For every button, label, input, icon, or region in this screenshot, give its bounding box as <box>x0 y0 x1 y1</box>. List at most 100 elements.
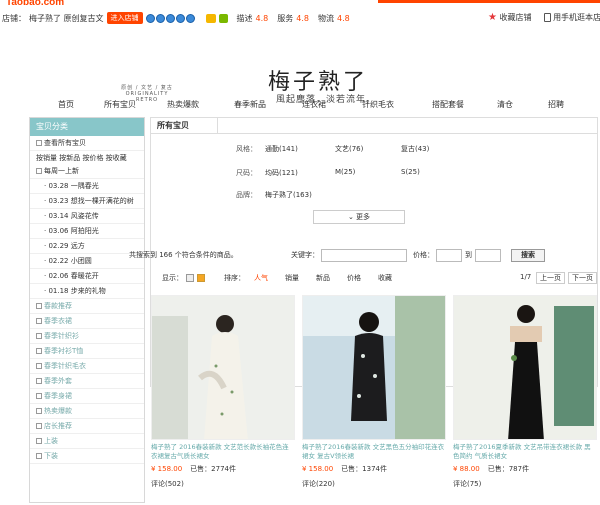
sidebar-category[interactable]: 下装 <box>30 449 144 464</box>
sort-popularity[interactable]: 人气 <box>254 273 268 283</box>
nav-bundles[interactable]: 搭配套餐 <box>432 99 464 110</box>
product-sold: 已售：787件 <box>487 465 530 473</box>
sort-sales[interactable]: 销量 <box>285 273 299 283</box>
sidebar-item-weekly[interactable]: · 02.06 春暖花开 <box>30 269 144 284</box>
sidebar-category[interactable]: 上装 <box>30 434 144 449</box>
sidebar-item-weekly[interactable]: · 01.18 步来的礼物 <box>30 284 144 299</box>
sort-favorites[interactable]: 收藏 <box>378 273 392 283</box>
view-all-label: 查看所有宝贝 <box>44 139 86 147</box>
sidebar-new-weekly[interactable]: 每周一上新 <box>30 164 144 179</box>
product-card[interactable]: 梅子熟了2016夏季新款 文艺吊带连衣裙长款 黑色简约 气质长裙女 ¥ 88.0… <box>453 295 597 489</box>
brand-tag-cn: 原创 / 文艺 / 复古 <box>121 85 173 91</box>
favorite-label: 收藏店铺 <box>499 13 532 22</box>
list-view-icon[interactable] <box>197 274 205 282</box>
filter-label: 风格： <box>236 145 257 153</box>
display-label: 显示： <box>162 274 183 282</box>
sidebar-category[interactable]: 店长推荐 <box>30 419 144 434</box>
product-image[interactable] <box>453 295 597 440</box>
sidebar-sort-options[interactable]: 按销量 按新品 按价格 按收藏 <box>30 151 144 164</box>
nav-clearance[interactable]: 清仓 <box>497 99 513 110</box>
price-label: 价格： <box>413 251 434 259</box>
sidebar-item-weekly[interactable]: · 02.22 小团圆 <box>30 254 144 269</box>
expand-icon <box>36 333 42 339</box>
sidebar-category[interactable]: 春季衣裙 <box>30 314 144 329</box>
product-title[interactable]: 梅子熟了 2016春装新款 文艺范长款长袖花色连衣裙复古气质长裙女 <box>151 443 295 462</box>
product-comments[interactable]: 评论(220) <box>302 479 446 489</box>
mobile-shop-link[interactable]: 用手机逛本店 <box>543 12 600 23</box>
filter-option[interactable]: 文艺(76) <box>335 144 383 154</box>
prev-page-button[interactable]: 上一页 <box>536 272 565 284</box>
shop-rank-icon <box>145 13 195 23</box>
product-sold: 已售：1374件 <box>341 465 387 473</box>
product-price-row: ¥ 158.00 已售：1374件 <box>302 464 446 474</box>
filter-size: 尺码： 均码(121) M(25) S(25) <box>221 168 438 178</box>
filter-option[interactable]: 梅子熟了(163) <box>265 190 312 200</box>
expand-icon <box>36 140 42 146</box>
product-image[interactable] <box>151 295 295 440</box>
phone-icon <box>543 13 551 22</box>
sidebar-item-weekly[interactable]: · 02.29 远方 <box>30 239 144 254</box>
taobao-logo[interactable]: Taobao.com <box>6 0 64 8</box>
product-photo-figure <box>454 296 596 439</box>
product-title[interactable]: 梅子熟了2016夏季新款 文艺吊带连衣裙长款 黑色简约 气质长裙女 <box>453 443 597 462</box>
filter-label: 品牌： <box>236 191 257 199</box>
sidebar-category[interactable]: 春季针织毛衣 <box>30 359 144 374</box>
nav-hot[interactable]: 热卖爆款 <box>167 99 199 110</box>
sidebar-view-all[interactable]: 查看所有宝贝 <box>30 136 144 151</box>
sort-price[interactable]: 价格 <box>347 273 361 283</box>
product-card[interactable]: 梅子熟了 2016春装新款 文艺范长款长袖花色连衣裙复古气质长裙女 ¥ 158.… <box>151 295 295 489</box>
nav-spring-new[interactable]: 春季新品 <box>234 99 266 110</box>
sidebar-category[interactable]: 春季外套 <box>30 374 144 389</box>
product-image[interactable] <box>302 295 446 440</box>
search-button[interactable]: 搜索 <box>511 248 545 262</box>
panel-heading: 所有宝贝 <box>151 118 597 134</box>
product-card[interactable]: 梅子熟了2016春装新款 文艺黑色五分袖印花连衣裙女 复古V领长裙 ¥ 158.… <box>302 295 446 489</box>
product-price: ¥ 158.00 <box>302 465 334 473</box>
next-page-button[interactable]: 下一页 <box>568 272 597 284</box>
product-comments[interactable]: 评论(502) <box>151 479 295 489</box>
service-label: 服务 <box>277 13 294 23</box>
nav-hiring[interactable]: 招聘 <box>548 99 564 110</box>
expand-icon <box>36 378 42 384</box>
collapse-icon <box>36 168 42 174</box>
sidebar-item-weekly[interactable]: · 03.28 一隅春光 <box>30 179 144 194</box>
filter-option[interactable]: 复古(43) <box>401 144 429 154</box>
guarantee-icon <box>218 13 228 23</box>
page-indicator: 1/7 <box>520 273 532 281</box>
sort-bar: 显示： 排序： 人气 销量 新品 价格 收藏 1/7 上一页 下一页 <box>150 272 598 287</box>
sidebar-category[interactable]: 热卖爆款 <box>30 404 144 419</box>
favorite-shop-link[interactable]: ★ 收藏店铺 <box>488 12 532 23</box>
expand-icon <box>36 303 42 309</box>
sidebar-category[interactable]: 春季衬衫T恤 <box>30 344 144 359</box>
keyword-input[interactable] <box>321 248 407 262</box>
price-min-input[interactable] <box>436 248 462 262</box>
sort-label: 排序： <box>224 274 245 282</box>
sidebar-item-weekly[interactable]: · 03.23 想找一棵开满花的树 <box>30 194 144 209</box>
nav-home[interactable]: 首页 <box>58 99 74 110</box>
sidebar-category[interactable]: 春季身裙 <box>30 389 144 404</box>
sort-new[interactable]: 新品 <box>316 273 330 283</box>
category-sidebar: 宝贝分类 查看所有宝贝 按销量 按新品 按价格 按收藏 每周一上新 · 03.2… <box>29 117 145 503</box>
sidebar-category[interactable]: 春款推荐 <box>30 299 144 314</box>
nav-knitwear[interactable]: 针织毛衣 <box>362 99 394 110</box>
product-title[interactable]: 梅子熟了2016春装新款 文艺黑色五分袖印花连衣裙女 复古V领长裙 <box>302 443 446 462</box>
product-price-row: ¥ 88.00 已售：787件 <box>453 464 597 474</box>
nav-all-items[interactable]: 所有宝贝 <box>104 99 136 110</box>
sidebar-item-weekly[interactable]: · 03.14 风姿花传 <box>30 209 144 224</box>
shop-name[interactable]: 梅子熟了 原创复古文 <box>29 13 104 24</box>
filter-option[interactable]: M(25) <box>335 168 383 178</box>
price-max-input[interactable] <box>475 248 501 262</box>
nav-dresses[interactable]: 连衣裙 <box>302 99 326 110</box>
grid-view-icon[interactable] <box>186 274 194 282</box>
desc-score: 4.8 <box>255 13 269 23</box>
product-comments[interactable]: 评论(75) <box>453 479 597 489</box>
sidebar-item-weekly[interactable]: · 03.06 阿拍阳光 <box>30 224 144 239</box>
expand-icon <box>36 318 42 324</box>
filter-option[interactable]: 均码(121) <box>265 168 317 178</box>
sidebar-category[interactable]: 春季针织衫 <box>30 329 144 344</box>
enter-shop-button[interactable]: 进入店铺 <box>106 12 143 24</box>
top-right-links: ★ 收藏店铺 用手机逛本店 <box>488 12 600 23</box>
filter-option[interactable]: S(25) <box>401 168 420 178</box>
more-filters-button[interactable]: ⌄ 更多 <box>313 210 405 224</box>
filter-option[interactable]: 通勤(141) <box>265 144 317 154</box>
